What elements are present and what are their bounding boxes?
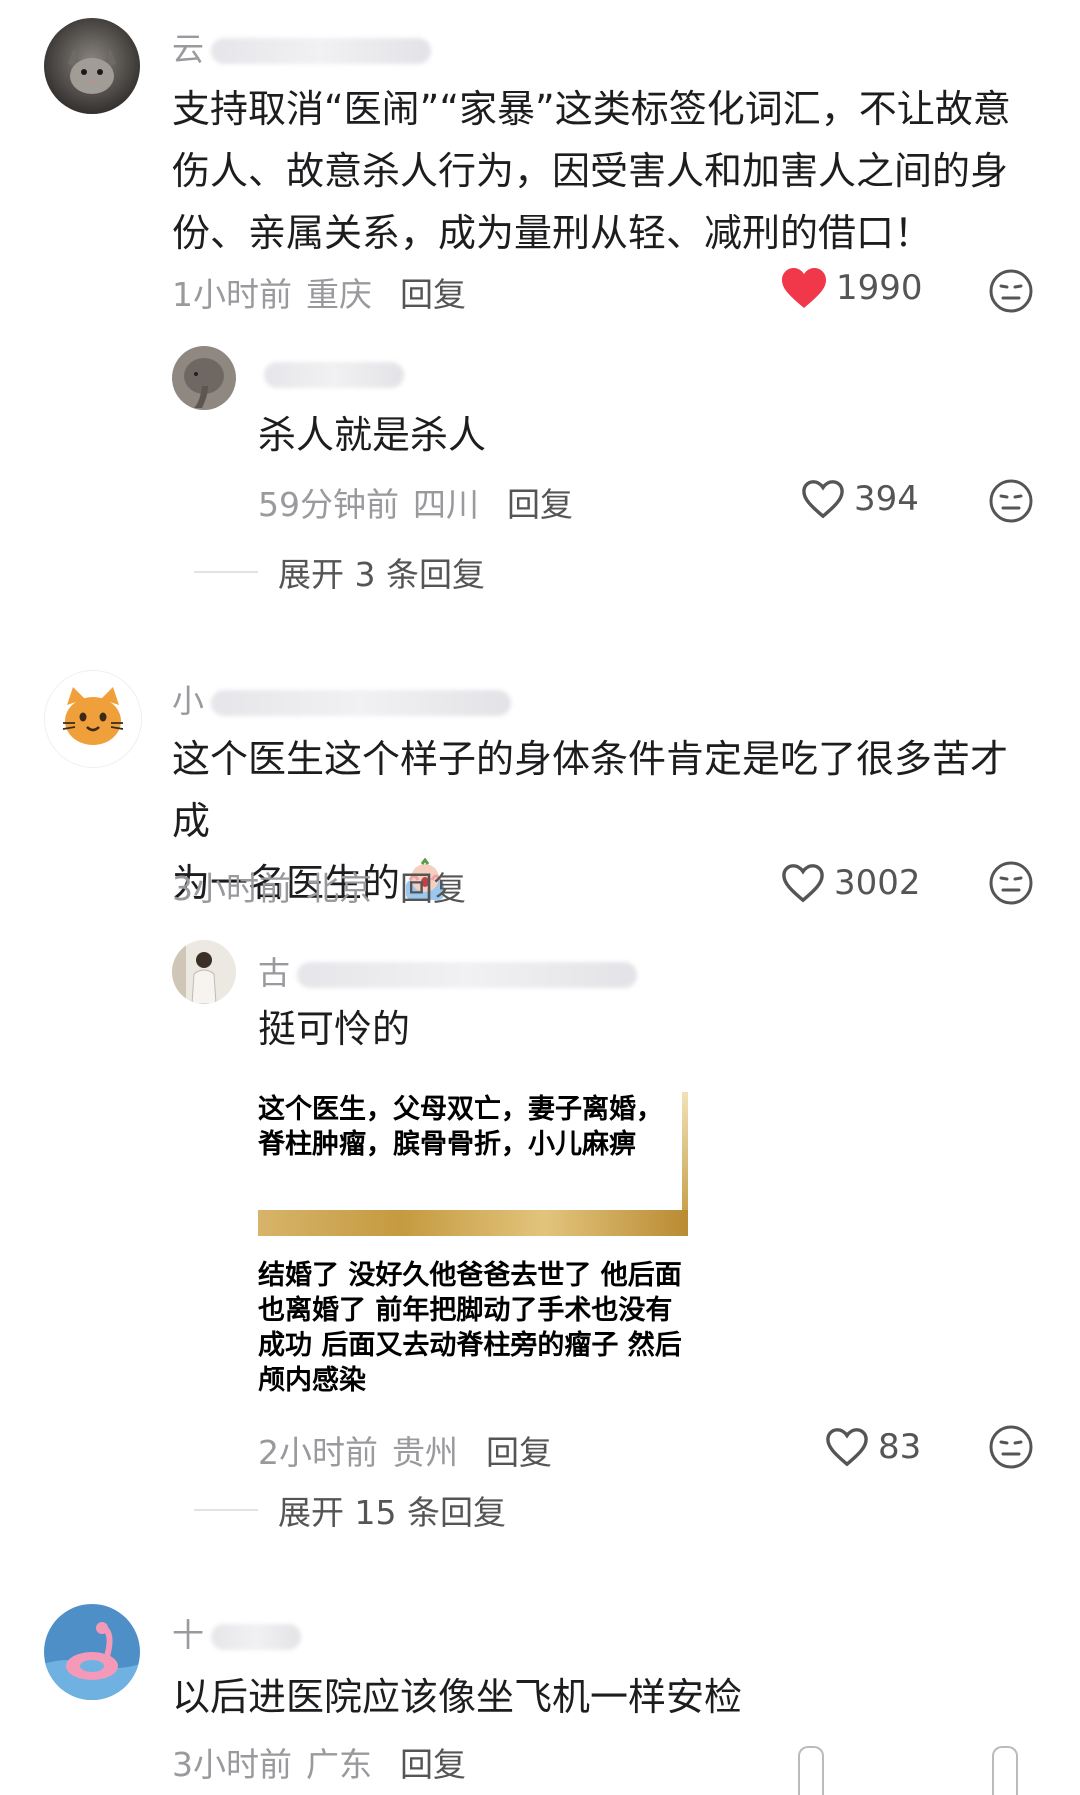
location: 四川 xyxy=(413,485,479,524)
like-button[interactable]: 83 xyxy=(824,1426,921,1468)
like-button-partial[interactable] xyxy=(798,1746,824,1795)
cat-photo-avatar-icon xyxy=(44,18,140,114)
avatar[interactable] xyxy=(44,18,140,114)
avatar[interactable] xyxy=(44,670,142,768)
username[interactable]: 十 xyxy=(172,1610,302,1656)
timestamp: 59分钟前 xyxy=(258,485,399,524)
divider xyxy=(194,571,258,573)
like-count: 3002 xyxy=(834,863,921,903)
timestamp: 1小时前 xyxy=(172,275,292,314)
expand-replies-button[interactable]: 展开 3 条回复 xyxy=(194,548,485,596)
dislike-face-icon[interactable] xyxy=(988,1424,1034,1470)
like-button[interactable]: 1990 xyxy=(780,266,923,310)
reply-button[interactable]: 回复 xyxy=(486,1433,552,1472)
comment-1: 云 支持取消“医闹”“家暴”这类标签化词汇，不让故意伤人、故意杀人行为，因受害人… xyxy=(0,0,1080,594)
expand-replies-button[interactable]: 展开 15 条回复 xyxy=(194,1486,506,1534)
image-edge xyxy=(682,1092,688,1210)
dislike-button-partial[interactable] xyxy=(992,1746,1018,1795)
elephant-photo-avatar-icon xyxy=(172,346,236,410)
location: 重庆 xyxy=(306,275,372,314)
cat-avatar-icon xyxy=(45,671,141,767)
heart-outline-icon xyxy=(826,1428,868,1467)
reply-username[interactable]: 古 xyxy=(258,948,638,994)
person-photo-avatar-icon xyxy=(172,940,236,1004)
image-caption: 这个医生，父母双亡，妻子离婚，脊柱肿瘤，膑骨骨折，小儿麻痹 xyxy=(258,1094,663,1160)
dislike-face-icon[interactable] xyxy=(988,268,1034,314)
blurred-name xyxy=(211,38,432,64)
comment-text: 以后进医院应该像坐飞机一样安检 xyxy=(172,1675,743,1719)
like-count: 83 xyxy=(878,1427,922,1467)
comment-text: 支持取消“医闹”“家暴”这类标签化词汇，不让故意伤人、故意杀人行为，因受害人和加… xyxy=(172,87,1011,255)
comment-meta: 1小时前 重庆 回复 xyxy=(172,268,466,316)
timestamp: 3小时前 xyxy=(172,1745,292,1784)
avatar[interactable] xyxy=(44,1604,140,1700)
reply-button[interactable]: 回复 xyxy=(400,275,466,314)
reply-username[interactable] xyxy=(258,354,404,392)
heart-outline-icon xyxy=(802,480,844,519)
like-button[interactable]: 394 xyxy=(800,478,919,520)
reply-meta: 59分钟前 四川 回复 xyxy=(258,478,573,526)
expand-label: 展开 15 条回复 xyxy=(278,1493,506,1532)
image-text: 结婚了 没好久他爸爸去世了 他后面也离婚了 前年把脚动了手术也没有成功 后面又去… xyxy=(258,1260,682,1396)
reply-image[interactable]: 这个医生，父母双亡，妻子离婚，脊柱肿瘤，膑骨骨折，小儿麻痹 结婚了 没好久他爸爸… xyxy=(258,1092,688,1410)
reply-button[interactable]: 回复 xyxy=(400,1745,466,1784)
username[interactable]: 小 xyxy=(172,676,512,722)
heart-icon xyxy=(782,268,826,308)
reply-text: 杀人就是杀人 xyxy=(258,413,487,457)
flamingo-float-avatar-icon xyxy=(44,1604,140,1700)
blurred-name xyxy=(264,362,404,388)
reply-avatar[interactable] xyxy=(172,346,236,410)
like-count: 394 xyxy=(854,479,919,519)
expand-label: 展开 3 条回复 xyxy=(278,555,485,594)
reply-meta: 2小时前 贵州 回复 xyxy=(258,1426,552,1474)
dislike-face-icon[interactable] xyxy=(988,860,1034,906)
comment-meta: 3小时前 广东 回复 xyxy=(172,1738,466,1786)
reply-text: 挺可怜的 xyxy=(258,1007,411,1051)
reply-button[interactable]: 回复 xyxy=(507,485,573,524)
location: 贵州 xyxy=(392,1433,458,1472)
dislike-face-icon[interactable] xyxy=(988,478,1034,524)
username[interactable]: 云 xyxy=(172,24,432,70)
blurred-name xyxy=(297,962,638,988)
timestamp: 3小时前 xyxy=(172,869,292,908)
location: 北京 xyxy=(306,869,372,908)
like-button[interactable]: 3002 xyxy=(780,862,921,904)
blurred-name xyxy=(211,690,512,716)
reply-avatar[interactable] xyxy=(172,940,236,1004)
timestamp: 2小时前 xyxy=(258,1433,378,1472)
image-gold-band xyxy=(258,1210,688,1236)
blurred-name xyxy=(211,1624,302,1650)
comment-meta: 3小时前 北京 回复 xyxy=(172,862,466,910)
reply-button[interactable]: 回复 xyxy=(400,869,466,908)
divider xyxy=(194,1509,258,1511)
heart-outline-icon xyxy=(782,864,824,903)
like-count: 1990 xyxy=(836,268,923,308)
location: 广东 xyxy=(306,1745,372,1784)
